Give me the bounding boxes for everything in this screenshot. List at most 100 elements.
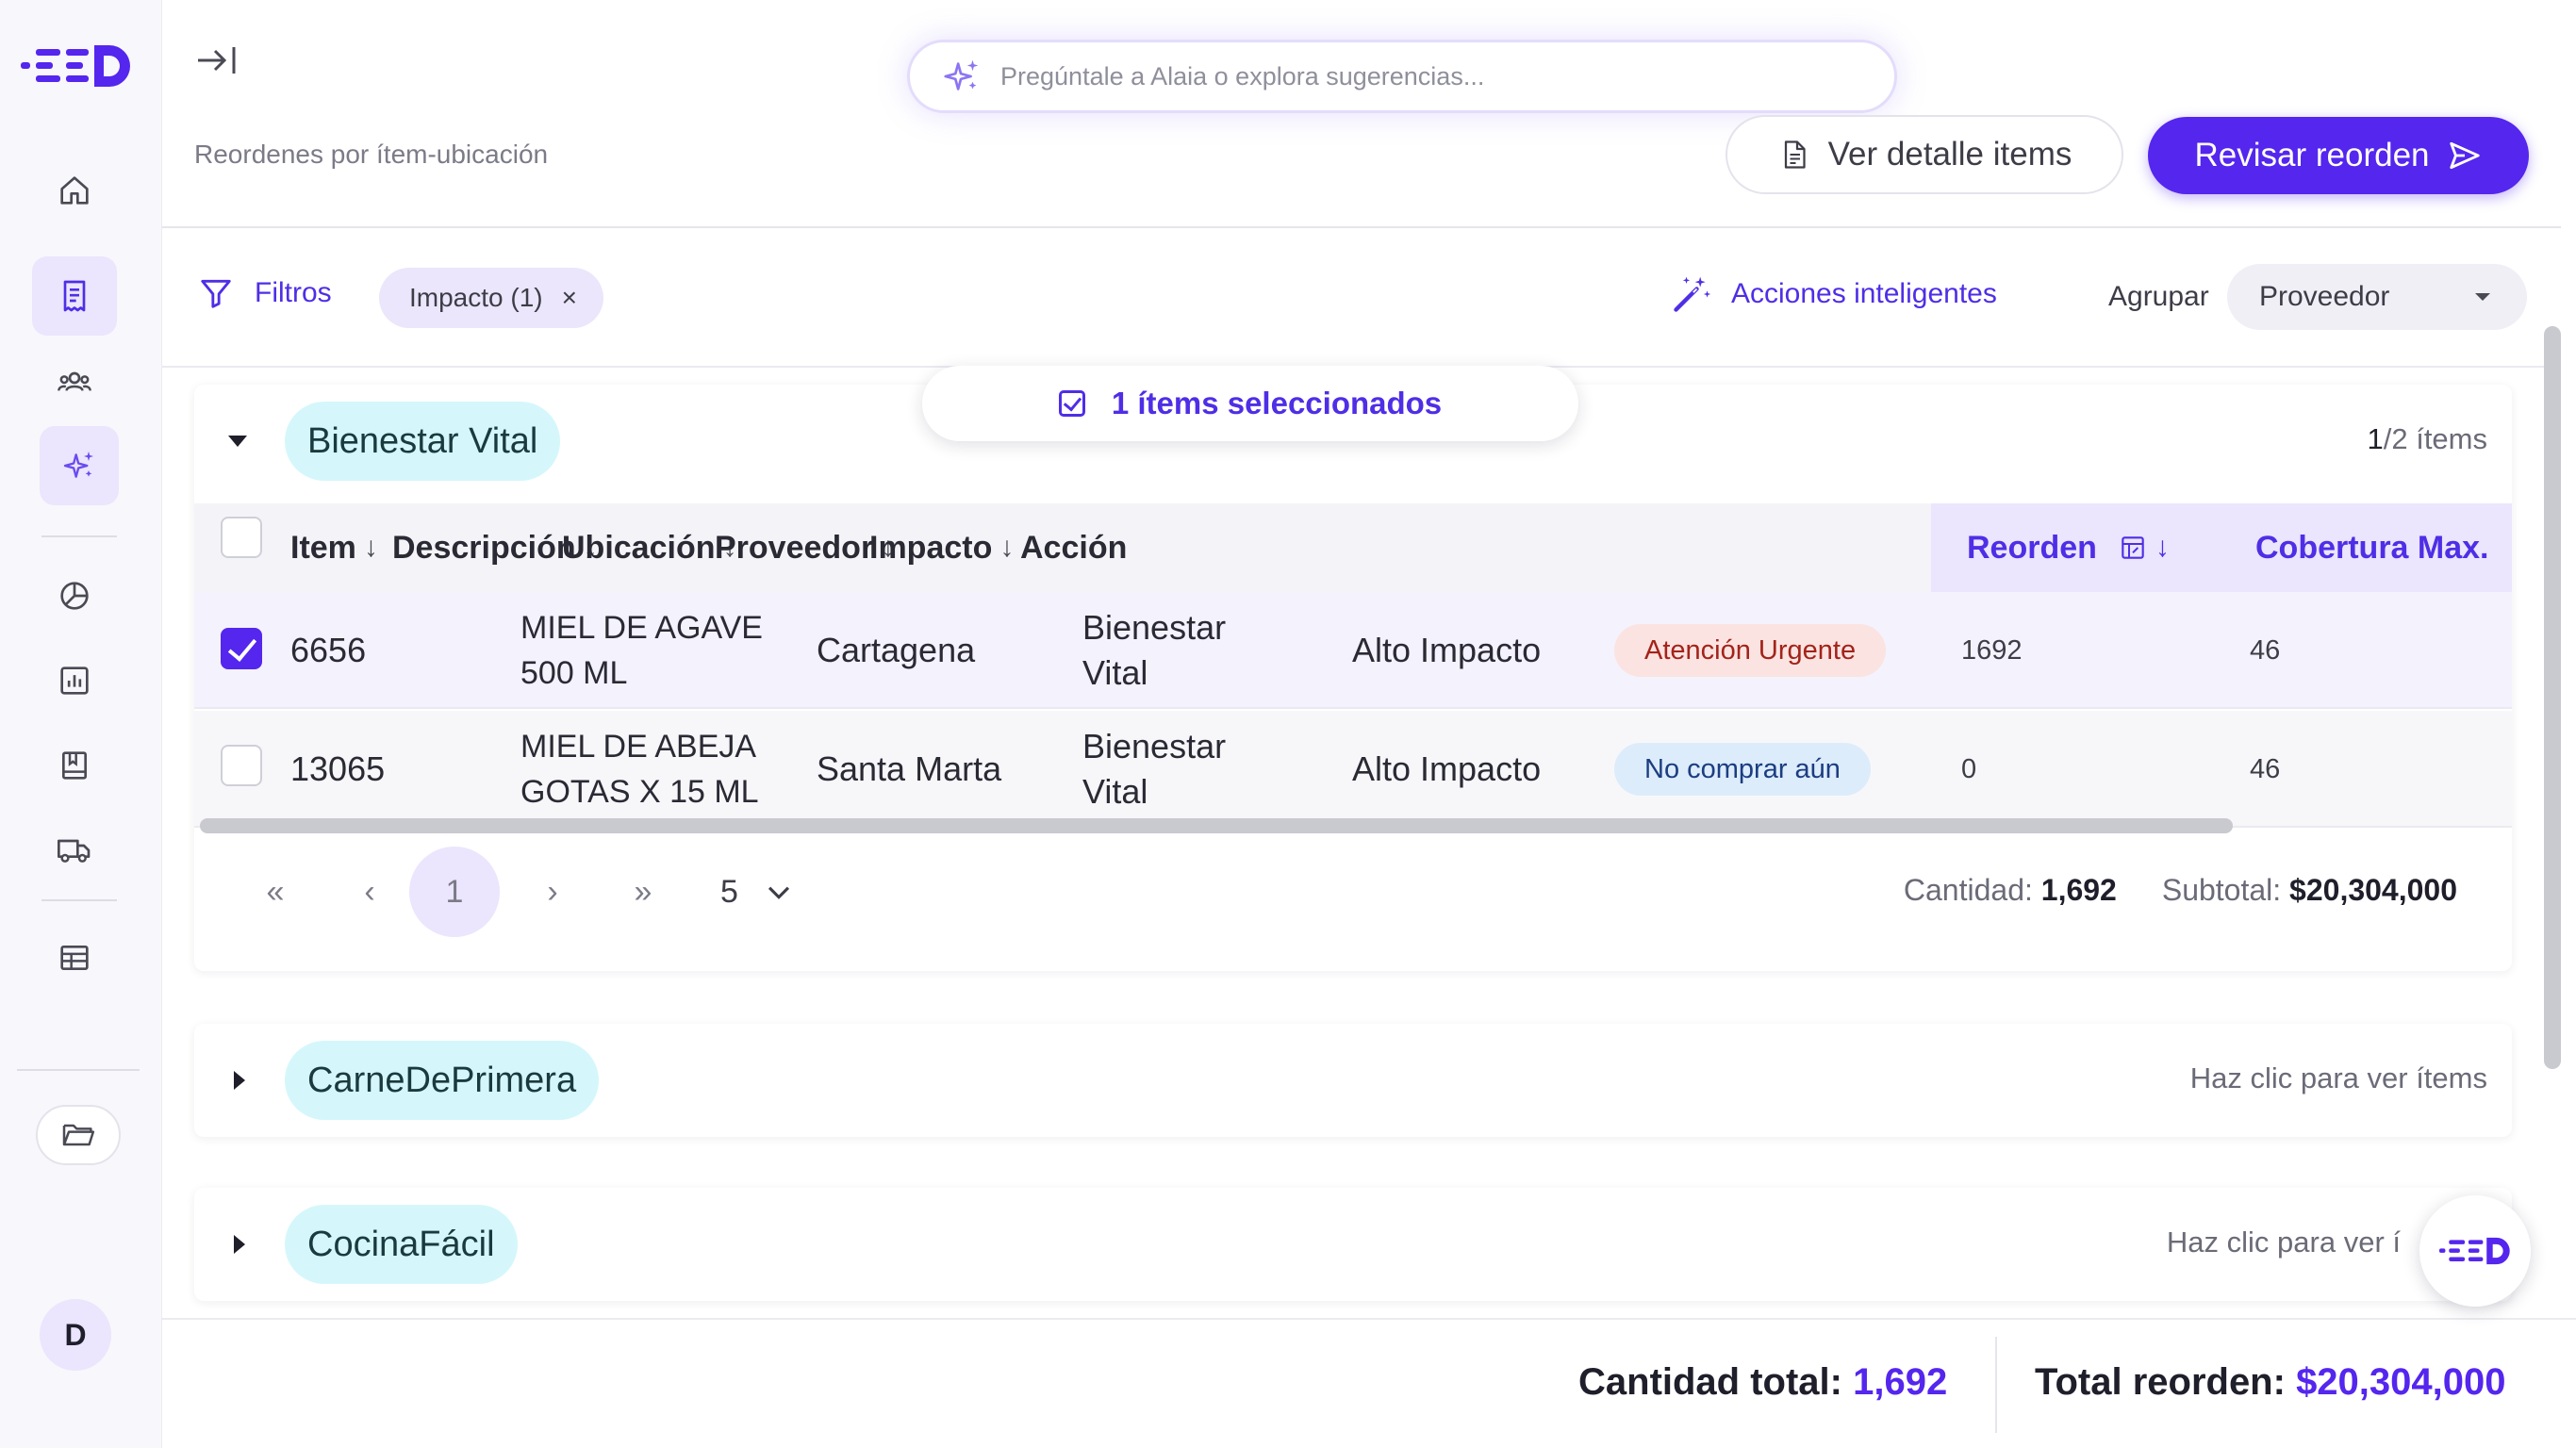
filters-button[interactable]: Filtros [198, 275, 332, 311]
close-icon[interactable]: × [562, 283, 577, 313]
supplier-group-name[interactable]: CocinaFácil [285, 1205, 518, 1284]
select-all-checkbox[interactable] [221, 517, 262, 558]
group-subtotal-value: $20,304,000 [2289, 873, 2457, 907]
row-checkbox[interactable] [221, 745, 262, 786]
page-subtitle: Reordenes por ítem-ubicación [194, 140, 549, 169]
assistant-fab[interactable] [2419, 1195, 2531, 1307]
column-action-label: Acción [1020, 529, 1128, 566]
group-totals: Cantidad: 1,692 Subtotal: $20,304,000 [1904, 873, 2457, 908]
open-folder-button[interactable] [36, 1105, 121, 1165]
nav-analytics[interactable] [32, 556, 117, 635]
cell-action: Atención Urgente [1614, 592, 1887, 709]
cell-location: Santa Marta [817, 749, 1002, 788]
collapse-group-icon[interactable] [228, 436, 247, 447]
filter-icon [201, 279, 231, 308]
smart-actions-button[interactable]: Acciones inteligentes [1671, 273, 1997, 315]
ai-search-bar[interactable] [907, 40, 1897, 113]
sidebar-divider [41, 899, 117, 901]
column-location-label: Ubicación [562, 529, 716, 566]
nav-ai[interactable] [40, 426, 119, 505]
expand-group-icon[interactable] [234, 1235, 245, 1254]
column-header-reorder[interactable]: Reorden ↓ [1967, 503, 2170, 592]
cell-supplier-line1: Bienestar [1082, 608, 1227, 647]
sparkles-icon [944, 59, 979, 90]
group-by-label: Agrupar [2108, 281, 2209, 312]
column-supplier-label: Proveedor [715, 529, 874, 566]
page-vertical-scrollbar[interactable] [2544, 326, 2561, 1069]
column-header-supplier[interactable]: Proveedor ↓ [715, 503, 895, 592]
prev-page-button[interactable]: ‹ [341, 847, 398, 937]
status-badge: No comprar aún [1614, 743, 1871, 796]
column-header-location[interactable]: Ubicación ↓ [562, 503, 736, 592]
column-header-item[interactable]: Item ↓ [290, 503, 378, 592]
column-reorder-label: Reorden [1967, 529, 2097, 566]
nav-shipments[interactable] [32, 811, 117, 890]
sort-arrow-icon: ↓ [363, 532, 378, 563]
cell-action: No comprar aún [1614, 711, 1871, 828]
next-page-button[interactable]: › [524, 847, 581, 937]
expand-sidebar-icon[interactable] [196, 43, 238, 77]
nav-home[interactable] [32, 151, 117, 230]
supplier-group-name[interactable]: CarneDePrimera [285, 1041, 600, 1120]
cell-supplier-line2: Vital [1082, 653, 1148, 692]
group-item-count: 1/2 ítems [2367, 422, 2487, 456]
sidebar: D [0, 0, 162, 1448]
selection-banner[interactable]: 1 ítems seleccionados [922, 366, 1578, 441]
column-header-max-coverage[interactable]: Cobertura Max. [2255, 503, 2489, 592]
document-icon [1784, 140, 1806, 169]
view-items-detail-button[interactable]: Ver detalle items [1726, 115, 2123, 194]
nav-reorders[interactable] [32, 256, 117, 336]
checkbox-checked-icon [1058, 390, 1085, 417]
edit-table-icon[interactable] [2118, 533, 2148, 563]
nav-reports[interactable] [32, 641, 117, 720]
last-page-button[interactable]: » [615, 847, 671, 937]
column-header-action[interactable]: Acción [1020, 503, 1127, 592]
table-row[interactable]: 13065 MIEL DE ABEJA GOTAS X 15 ML Santa M… [194, 711, 2512, 828]
truck-icon [58, 839, 91, 863]
group-item-count-total: /2 ítems [2383, 422, 2487, 455]
footer-divider [1995, 1337, 1997, 1433]
nav-catalog[interactable] [32, 726, 117, 805]
supplier-group-card[interactable]: CarneDePrimera Haz clic para ver ítems [194, 1024, 2512, 1137]
nav-tables[interactable] [32, 918, 117, 997]
review-reorder-button[interactable]: Revisar reorden [2148, 117, 2529, 194]
cell-impact: Alto Impacto [1352, 749, 1542, 788]
selection-count-label: 1 ítems seleccionados [1111, 386, 1443, 420]
home-icon [60, 176, 89, 205]
ai-search-input[interactable] [1000, 61, 1849, 91]
group-quantity: Cantidad: 1,692 [1904, 873, 2117, 908]
cell-reorder[interactable]: 1692 [1961, 592, 2023, 709]
sort-arrow-icon: ↓ [2155, 532, 2170, 563]
row-checkbox[interactable] [221, 628, 262, 669]
filter-chip-impact[interactable]: Impacto (1) × [379, 268, 603, 328]
column-description-label: Descripción [392, 529, 576, 566]
current-page-button[interactable]: 1 [409, 847, 500, 937]
view-items-detail-label: Ver detalle items [1827, 136, 2072, 173]
group-by-value: Proveedor [2259, 281, 2390, 312]
group-subtotal-label: Subtotal: [2161, 873, 2282, 907]
page-size-value: 5 [720, 873, 738, 910]
cell-supplier: Bienestar Vital [1082, 711, 1226, 828]
chevron-down-icon [768, 886, 789, 899]
cell-location: Cartagena [817, 631, 976, 669]
total-reorder: Total reorden: $20,304,000 [2035, 1361, 2506, 1404]
group-expand-hint: Haz clic para ver ítems [2189, 1061, 2487, 1094]
app-logo[interactable] [21, 41, 132, 90]
user-avatar[interactable]: D [40, 1299, 111, 1371]
cell-reorder[interactable]: 0 [1961, 711, 1976, 828]
table-horizontal-scrollbar[interactable] [200, 818, 2233, 833]
cell-item: 13065 [290, 749, 386, 788]
expand-group-icon[interactable] [234, 1071, 245, 1090]
cell-description: MIEL DE AGAVE 500 ML [520, 592, 763, 709]
receipt-icon [63, 280, 86, 312]
supplier-group-name[interactable]: Bienestar Vital [285, 402, 561, 481]
column-header-impact[interactable]: Impacto ↓ [869, 503, 1014, 592]
table-row[interactable]: 6656 MIEL DE AGAVE 500 ML Cartagena Biene… [194, 592, 2512, 709]
nav-users[interactable] [32, 343, 117, 422]
pie-chart-icon [60, 582, 89, 610]
page-size-select[interactable]: 5 [720, 847, 795, 937]
first-page-button[interactable]: « [247, 847, 304, 937]
totals-footer: Cantidad total: 1,692 Total reorden: $20… [162, 1318, 2576, 1448]
supplier-group-card[interactable]: CocinaFácil Haz clic para ver í [194, 1188, 2512, 1301]
group-by-select[interactable]: Proveedor [2227, 264, 2527, 330]
